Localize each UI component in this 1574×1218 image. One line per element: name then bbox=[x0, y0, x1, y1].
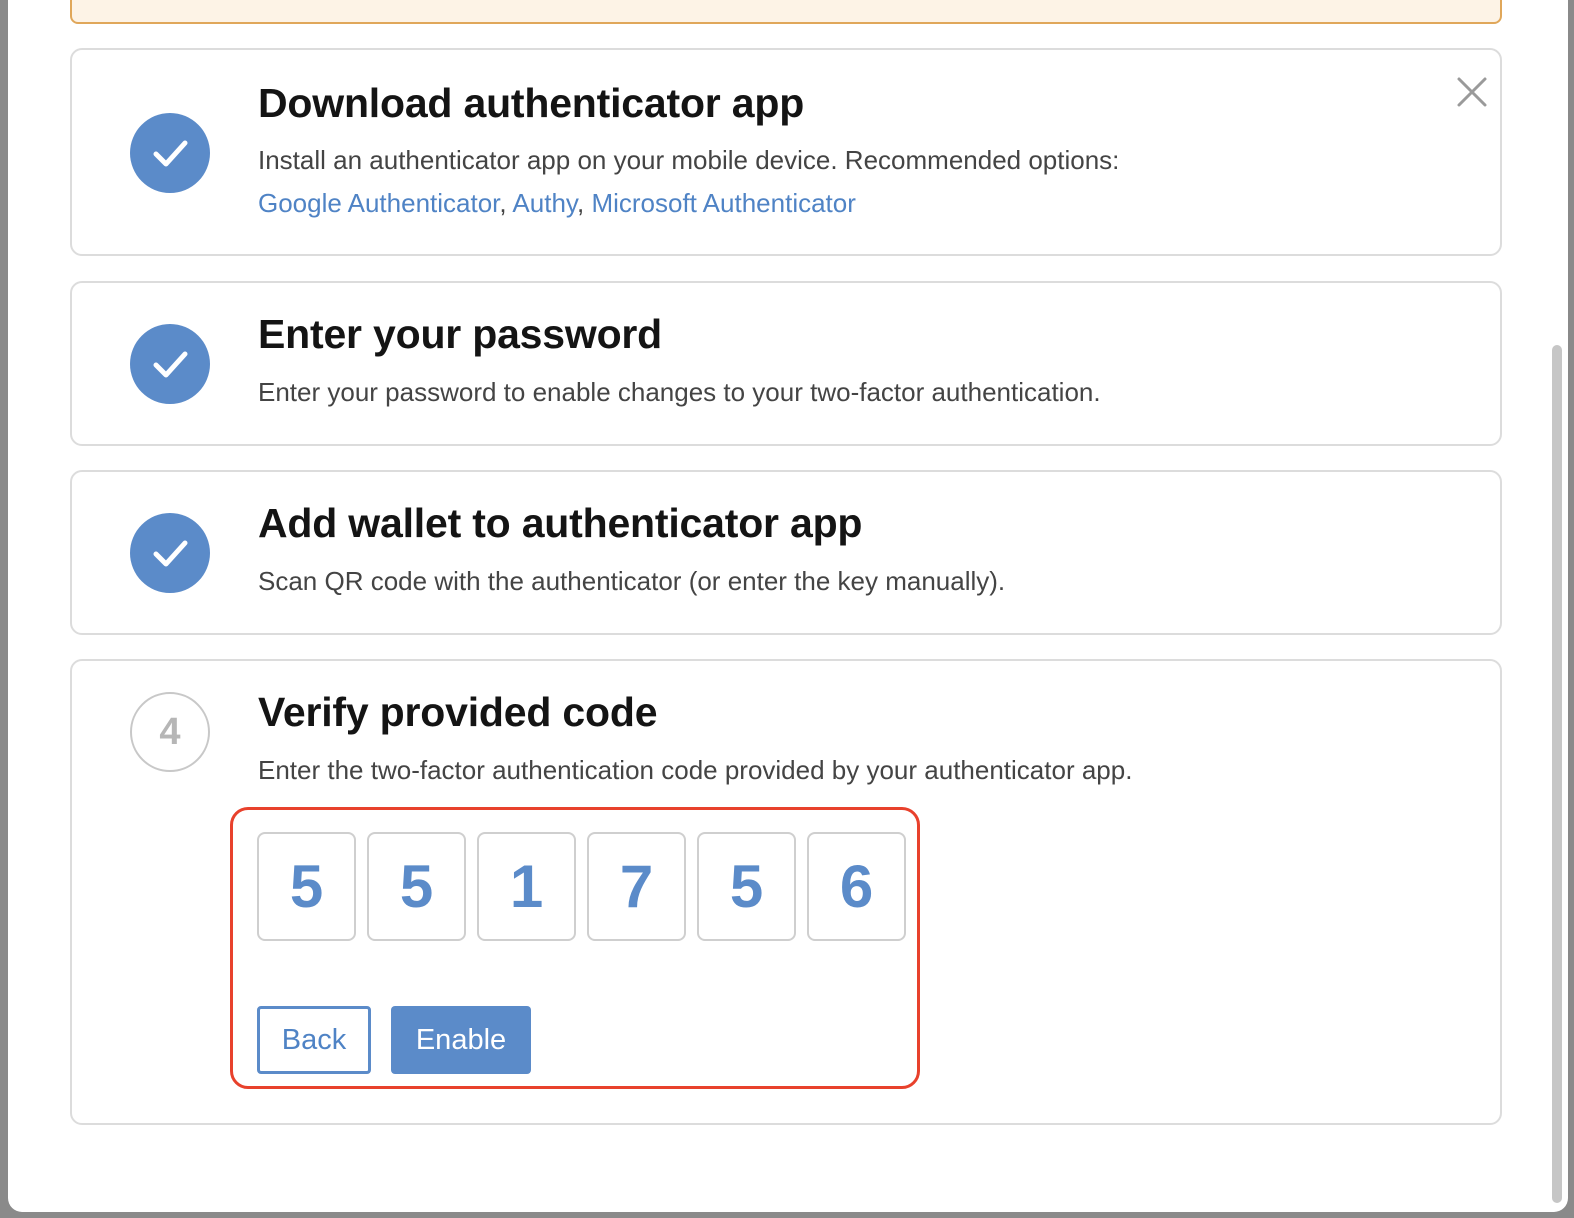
step-1-description: Install an authenticator app on your mob… bbox=[258, 145, 1120, 175]
authy-link[interactable]: Authy bbox=[512, 188, 577, 218]
step-3-title: Add wallet to authenticator app bbox=[258, 500, 863, 546]
step-4-number-badge: 4 bbox=[130, 692, 210, 772]
step-card-add-wallet: Add wallet to authenticator app Scan QR … bbox=[70, 470, 1502, 635]
two-factor-modal: Download authenticator app Install an au… bbox=[8, 0, 1568, 1212]
step-1-completed-badge bbox=[130, 113, 210, 193]
step-3-completed-badge bbox=[130, 513, 210, 593]
recommended-apps-links: Google Authenticator, Authy, Microsoft A… bbox=[258, 188, 856, 219]
step-4-number: 4 bbox=[159, 710, 181, 753]
link-separator: , bbox=[576, 188, 592, 218]
code-digit-input-4[interactable]: 7 bbox=[587, 832, 686, 941]
close-icon bbox=[1457, 77, 1487, 107]
step-2-completed-badge bbox=[130, 324, 210, 404]
warning-banner bbox=[70, 0, 1502, 24]
step-3-description: Scan QR code with the authenticator (or … bbox=[258, 566, 1006, 596]
checkmark-icon bbox=[153, 540, 188, 567]
microsoft-authenticator-link[interactable]: Microsoft Authenticator bbox=[591, 188, 855, 218]
step-card-verify-code: 4 Verify provided code Enter the two-fac… bbox=[70, 659, 1502, 1125]
code-digit-input-5[interactable]: 5 bbox=[697, 832, 796, 941]
code-digit-input-1[interactable]: 5 bbox=[257, 832, 356, 941]
code-digit-input-2[interactable]: 5 bbox=[367, 832, 466, 941]
step-2-description: Enter your password to enable changes to… bbox=[258, 377, 1101, 407]
step-4-title: Verify provided code bbox=[258, 689, 658, 735]
step-2-title: Enter your password bbox=[258, 311, 663, 357]
back-button[interactable]: Back bbox=[257, 1006, 371, 1074]
verification-code-highlight: 5 5 1 7 5 6 Back Enable bbox=[230, 807, 920, 1089]
google-authenticator-link[interactable]: Google Authenticator bbox=[258, 188, 499, 218]
step-1-title: Download authenticator app bbox=[258, 80, 805, 126]
step-card-download-app: Download authenticator app Install an au… bbox=[70, 48, 1502, 256]
step-card-enter-password: Enter your password Enter your password … bbox=[70, 281, 1502, 446]
code-digit-input-3[interactable]: 1 bbox=[477, 832, 576, 941]
checkmark-icon bbox=[153, 140, 188, 167]
close-button[interactable] bbox=[1452, 72, 1492, 112]
step-4-description: Enter the two-factor authentication code… bbox=[258, 755, 1133, 785]
code-input-group: 5 5 1 7 5 6 bbox=[257, 832, 906, 941]
enable-button[interactable]: Enable bbox=[391, 1006, 531, 1074]
scrollbar-thumb[interactable] bbox=[1552, 345, 1562, 1203]
link-separator: , bbox=[499, 188, 513, 218]
code-digit-input-6[interactable]: 6 bbox=[807, 832, 906, 941]
checkmark-icon bbox=[153, 351, 188, 378]
